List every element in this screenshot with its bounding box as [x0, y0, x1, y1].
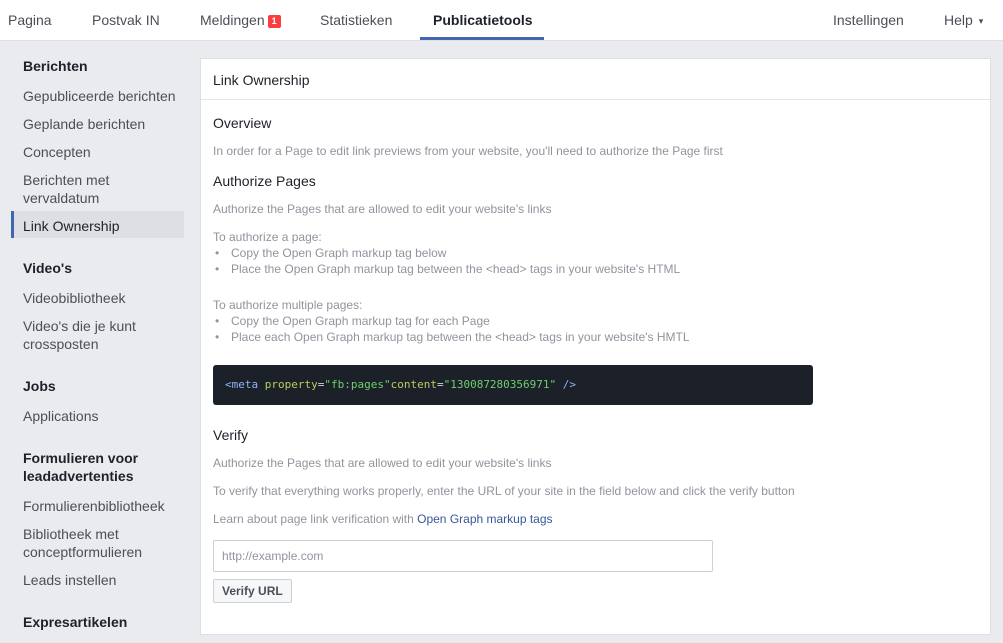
panel-header: Link Ownership — [201, 59, 990, 100]
sidebar-section-formulieren: Formulieren voor leadadvertenties — [23, 450, 139, 484]
sidebar-item-conceptformulieren[interactable]: Bibliotheek met conceptformulieren — [23, 525, 173, 561]
sidebar-item-formulierenbibliotheek[interactable]: Formulierenbibliotheek — [23, 497, 165, 515]
sidebar-item-videobibliotheek[interactable]: Videobibliotheek — [23, 289, 126, 307]
sidebar-item-applications[interactable]: Applications — [23, 407, 99, 425]
verify-url-button[interactable]: Verify URL — [213, 579, 292, 603]
sidebar: Berichten Gepubliceerde berichten Geplan… — [0, 41, 195, 643]
sidebar-item-crossposten[interactable]: Video's die je kunt crossposten — [23, 317, 163, 353]
single-step-1: Copy the Open Graph markup tag below — [215, 245, 446, 261]
multi-page-intro: To authorize multiple pages: — [213, 298, 363, 312]
sidebar-section-expresartikelen: Expresartikelen — [23, 614, 128, 630]
sidebar-section-videos: Video's — [23, 260, 72, 276]
multi-step-2: Place each Open Graph markup tag between… — [215, 329, 690, 345]
verify-heading: Verify — [213, 427, 249, 443]
tab-meldingen[interactable]: Meldingen 1 — [200, 0, 281, 40]
sidebar-item-concepten[interactable]: Concepten — [23, 143, 91, 161]
sidebar-section-jobs: Jobs — [23, 378, 56, 394]
tab-instellingen[interactable]: Instellingen — [833, 0, 904, 40]
help-menu[interactable]: Help ▾ — [944, 0, 983, 40]
authorize-heading: Authorize Pages — [213, 173, 316, 189]
top-navigation: Pagina Postvak IN Meldingen 1 Statistieke… — [0, 0, 1003, 41]
sidebar-item-geplande-berichten[interactable]: Geplande berichten — [23, 115, 145, 133]
help-label: Help — [944, 12, 973, 28]
tab-postvak-in[interactable]: Postvak IN — [92, 0, 160, 40]
sidebar-item-gepubliceerde-berichten[interactable]: Gepubliceerde berichten — [23, 87, 176, 105]
verify-text-1: Authorize the Pages that are allowed to … — [213, 456, 552, 470]
open-graph-link[interactable]: Open Graph markup tags — [417, 512, 552, 526]
sidebar-item-berichten-met-vervaldatum[interactable]: Berichten met vervaldatum — [23, 171, 163, 207]
code-value-pages: "fb:pages" — [324, 378, 391, 391]
sidebar-item-link-ownership[interactable]: Link Ownership — [23, 217, 120, 235]
tab-statistieken[interactable]: Statistieken — [320, 0, 392, 40]
code-attr-content: content — [390, 378, 437, 391]
notification-badge: 1 — [267, 15, 281, 28]
tab-pagina[interactable]: Pagina — [8, 0, 52, 40]
overview-text: In order for a Page to edit link preview… — [213, 144, 723, 158]
learn-prefix: Learn about page link verification with — [213, 512, 418, 526]
og-markup-code-block[interactable]: <meta property="fb:pages"content="130087… — [213, 365, 813, 405]
authorize-text: Authorize the Pages that are allowed to … — [213, 202, 552, 216]
verify-learn-text: Learn about page link verification with … — [213, 511, 553, 527]
link-ownership-panel: Link Ownership Overview In order for a P… — [200, 58, 991, 635]
single-page-intro: To authorize a page: — [213, 230, 322, 244]
code-value-page-id: "130087280356971" — [443, 378, 557, 391]
url-input[interactable] — [213, 540, 713, 572]
multi-step-1: Copy the Open Graph markup tag for each … — [215, 313, 490, 329]
tab-publicatietools[interactable]: Publicatietools — [433, 0, 533, 40]
overview-heading: Overview — [213, 115, 272, 131]
code-tag-open: <meta — [225, 378, 259, 391]
code-attr-property: property — [264, 378, 318, 391]
page-title: Link Ownership — [213, 72, 310, 88]
single-step-2: Place the Open Graph markup tag between … — [215, 261, 680, 277]
active-tab-indicator — [420, 37, 544, 40]
verify-text-2: To verify that everything works properly… — [213, 484, 795, 498]
sidebar-item-leads-instellen[interactable]: Leads instellen — [23, 571, 116, 589]
chevron-down-icon: ▾ — [978, 16, 984, 26]
code-tag-close: /> — [562, 378, 577, 391]
sidebar-section-berichten: Berichten — [23, 58, 88, 74]
code-equals-2: = — [436, 378, 444, 391]
tab-meldingen-label: Meldingen — [200, 12, 265, 28]
